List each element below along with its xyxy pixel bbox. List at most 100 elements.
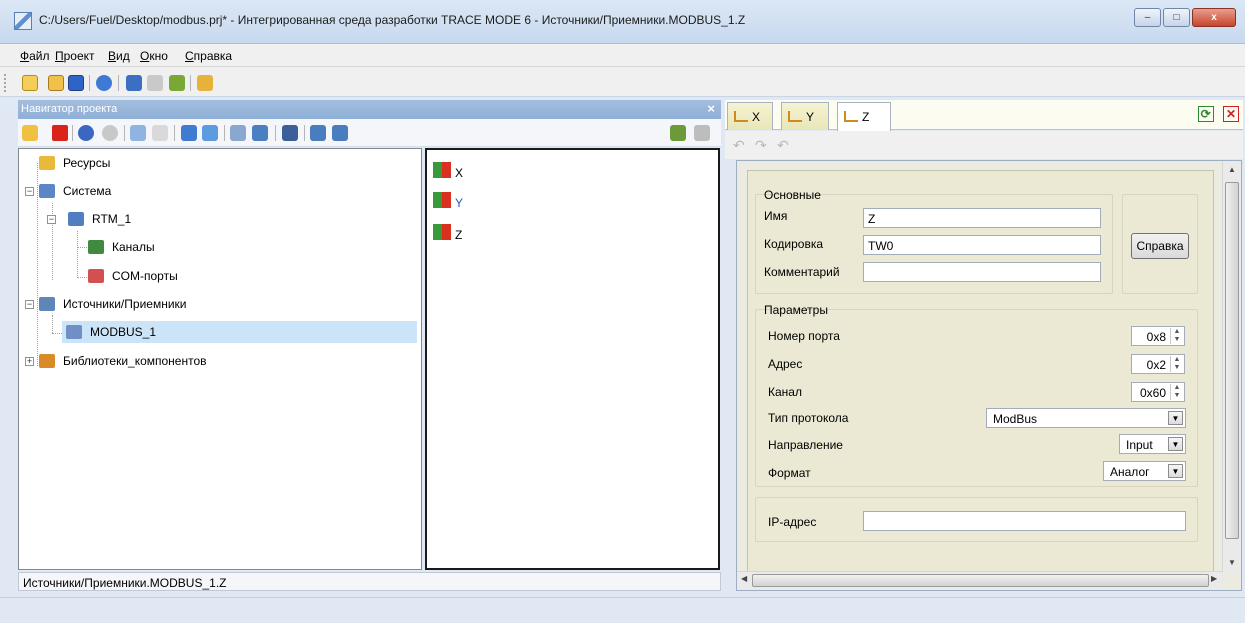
format-select[interactable]: Аналог ▼: [1103, 461, 1186, 481]
list-item-label: Z: [455, 228, 463, 242]
vertical-scroll-thumb[interactable]: [1225, 182, 1239, 539]
tree-item-label: RTM_1: [92, 212, 132, 226]
toolbar-separator: [275, 125, 276, 141]
expand-icon[interactable]: +: [25, 357, 34, 366]
horizontal-scrollbar[interactable]: ◀ ▶: [737, 571, 1222, 589]
scroll-up-icon[interactable]: ▲: [1228, 165, 1236, 174]
code-field[interactable]: TW0: [863, 235, 1101, 255]
table-icon[interactable]: [252, 125, 268, 141]
save-icon[interactable]: [68, 75, 84, 91]
tab-label: Z: [862, 110, 870, 124]
chevron-down-icon[interactable]: ▼: [1168, 464, 1183, 478]
tree-item-rtm[interactable]: RTM_1: [68, 208, 418, 230]
chevron-down-icon[interactable]: ▼: [1168, 437, 1183, 451]
history-icon[interactable]: ↶: [777, 137, 789, 154]
list-item-x[interactable]: X: [433, 160, 493, 182]
undo-icon[interactable]: [78, 125, 94, 141]
window-title: C:/Users/Fuel/Desktop/modbus.prj* - Инте…: [39, 13, 746, 27]
minimize-button[interactable]: –: [1134, 8, 1161, 27]
maximize-button[interactable]: □: [1163, 8, 1190, 27]
menu-file[interactable]: Файл: [20, 49, 50, 63]
ip-field[interactable]: [863, 511, 1186, 531]
redo-icon[interactable]: ↷: [755, 137, 767, 154]
tree-item-system[interactable]: Система: [39, 180, 419, 202]
refresh-icon[interactable]: ⟳: [1197, 106, 1214, 122]
scroll-down-icon[interactable]: ▼: [1228, 558, 1236, 567]
navigator-header: Навигатор проекта ×: [18, 100, 721, 119]
new-project-icon[interactable]: [22, 75, 38, 91]
spin-arrows-icon[interactable]: ▲ ▼: [1170, 356, 1183, 372]
open-project-icon[interactable]: [48, 75, 64, 91]
spin-arrows-icon[interactable]: ▲ ▼: [1170, 384, 1183, 400]
tab-x[interactable]: X: [727, 102, 773, 130]
address-label: Адрес: [768, 357, 803, 371]
debug-icon[interactable]: [169, 75, 185, 91]
tree-item-channels[interactable]: Каналы: [88, 236, 418, 258]
menu-help[interactable]: Справка: [185, 49, 232, 63]
import-icon[interactable]: [670, 125, 686, 141]
name-field[interactable]: Z: [863, 208, 1101, 228]
redo-icon[interactable]: [102, 125, 118, 141]
tree-item-resources[interactable]: Ресурсы: [39, 152, 419, 174]
tree-item-modbus[interactable]: MODBUS_1: [62, 321, 417, 343]
vertical-scrollbar[interactable]: ▲ ▼: [1222, 161, 1241, 573]
tree-item-com-ports[interactable]: COM-порты: [88, 265, 418, 287]
scroll-left-icon[interactable]: ◀: [741, 574, 747, 583]
bind-icon[interactable]: [181, 125, 197, 141]
link-icon[interactable]: [202, 125, 218, 141]
io-tag-icon: [433, 192, 451, 208]
port-stepper[interactable]: 0x8 ▲ ▼: [1131, 326, 1185, 346]
title-bar: C:/Users/Fuel/Desktop/modbus.prj* - Инте…: [0, 0, 1245, 44]
details-view-icon[interactable]: [332, 125, 348, 141]
new-item-icon[interactable]: [22, 125, 38, 141]
undo-icon[interactable]: ↶: [733, 137, 745, 154]
comment-field[interactable]: [863, 262, 1101, 282]
copy-icon[interactable]: [130, 125, 146, 141]
tab-y[interactable]: Y: [781, 102, 829, 130]
package-icon[interactable]: [197, 75, 213, 91]
tree-item-sources[interactable]: Источники/Приемники: [39, 293, 419, 315]
menu-window[interactable]: Окно: [140, 49, 168, 63]
runtime-icon[interactable]: [126, 75, 142, 91]
navigator-title: Навигатор проекта: [21, 103, 118, 115]
toolbar-grip[interactable]: [4, 74, 7, 92]
menu-project[interactable]: Проект: [55, 49, 95, 63]
help-button[interactable]: Справка: [1131, 233, 1189, 259]
list-view-icon[interactable]: [310, 125, 326, 141]
close-button[interactable]: x: [1192, 8, 1236, 27]
chevron-down-icon[interactable]: ▼: [1168, 411, 1183, 425]
list-item-y[interactable]: Y: [433, 190, 493, 212]
list-item-z[interactable]: Z: [433, 222, 493, 244]
clear-icon[interactable]: [694, 125, 710, 141]
scroll-right-icon[interactable]: ▶: [1211, 574, 1217, 583]
spin-arrows-icon[interactable]: ▲ ▼: [1170, 328, 1183, 344]
info-icon[interactable]: [96, 75, 112, 91]
find-icon[interactable]: [282, 125, 298, 141]
channel-stepper[interactable]: 0x60 ▲ ▼: [1131, 382, 1185, 402]
collapse-icon[interactable]: −: [25, 300, 34, 309]
address-stepper[interactable]: 0x2 ▲ ▼: [1131, 354, 1185, 374]
tree-line: [77, 231, 78, 278]
protocol-select[interactable]: ModBus ▼: [986, 408, 1186, 428]
tree-line: [52, 315, 53, 333]
tree-item-libraries[interactable]: Библиотеки_компонентов: [39, 350, 419, 372]
navigator-close-button[interactable]: ×: [707, 101, 715, 116]
menu-view[interactable]: Вид: [108, 49, 130, 63]
properties-icon[interactable]: [230, 125, 246, 141]
tree-item-label: MODBUS_1: [90, 325, 157, 339]
direction-select[interactable]: Input ▼: [1119, 434, 1186, 454]
collapse-icon[interactable]: −: [47, 215, 56, 224]
close-tab-icon[interactable]: ✕: [1223, 106, 1239, 122]
io-tag-icon: [433, 162, 451, 178]
com-port-icon: [88, 269, 104, 283]
system-icon: [39, 184, 55, 198]
collapse-icon[interactable]: −: [25, 187, 34, 196]
tree-item-label: Источники/Приемники: [63, 297, 187, 311]
run-icon[interactable]: [147, 75, 163, 91]
delete-icon[interactable]: [52, 125, 68, 141]
tree-item-label: Каналы: [112, 240, 155, 254]
horizontal-scroll-thumb[interactable]: [752, 574, 1209, 587]
tree-line: [52, 333, 62, 334]
paste-icon[interactable]: [152, 125, 168, 141]
tab-z[interactable]: Z: [837, 102, 891, 131]
